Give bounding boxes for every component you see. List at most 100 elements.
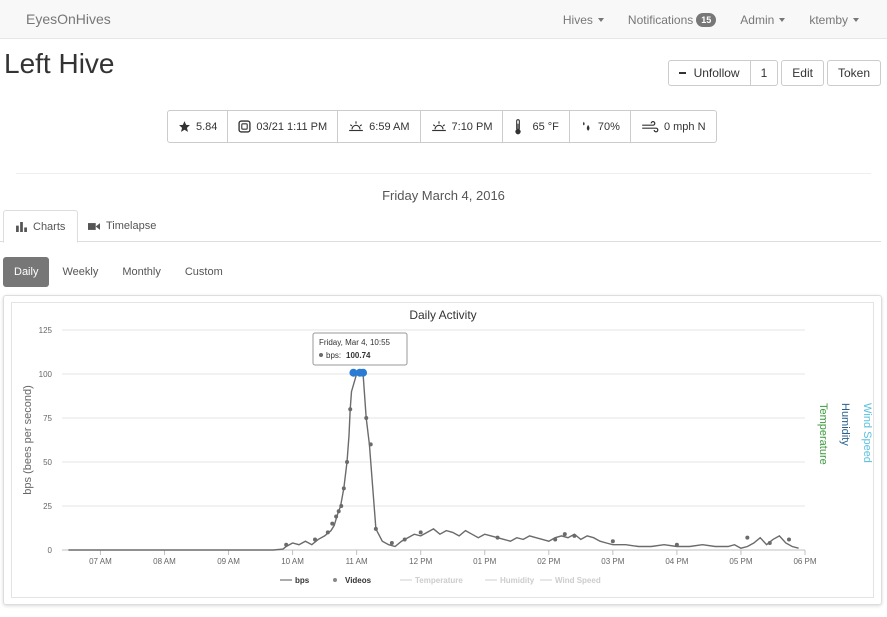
video-marker	[495, 535, 500, 540]
date-heading: Friday March 4, 2016	[382, 188, 505, 203]
range-pills: Daily Weekly Monthly Custom	[3, 257, 236, 287]
last-seen-value: 03/21 1:11 PM	[256, 120, 328, 133]
right-axis-label: Temperature	[817, 403, 829, 465]
temperature-value: 65 °F	[532, 120, 559, 133]
stat-rating: 5.84	[167, 110, 229, 143]
range-weekly[interactable]: Weekly	[51, 257, 109, 287]
user-dropdown[interactable]: ktemby	[797, 0, 887, 39]
rating-value: 5.84	[196, 120, 218, 133]
nav-right: Hives Notifications 15 Admin ktemby	[551, 0, 887, 39]
sunrise-icon	[349, 121, 364, 132]
video-marker	[284, 542, 289, 547]
edit-button[interactable]: Edit	[781, 60, 824, 86]
y-tick-label: 50	[43, 458, 52, 467]
chart-panel: Daily Activity 0 25 50 75 100 125 bps (bees per…	[3, 295, 882, 605]
y-tick-label: 100	[39, 370, 53, 379]
legend-item-label: bps	[295, 576, 310, 585]
video-marker	[389, 540, 394, 545]
video-marker	[402, 537, 407, 542]
notifications-link[interactable]: Notifications 15	[616, 0, 728, 39]
x-tick-label: 03 PM	[601, 557, 624, 566]
video-marker	[373, 526, 378, 531]
follower-count[interactable]: 1	[750, 60, 779, 86]
notifications-label: Notifications	[627, 12, 694, 27]
stat-sunrise: 6:59 AM	[337, 110, 421, 143]
x-tick-label: 02 PM	[537, 557, 560, 566]
video-marker	[368, 442, 373, 447]
x-tick-label: 05 PM	[729, 557, 752, 566]
caret-down-icon	[853, 17, 859, 22]
x-tick-label: 09 AM	[217, 557, 240, 566]
token-button[interactable]: Token	[826, 60, 881, 86]
range-monthly[interactable]: Monthly	[111, 257, 172, 287]
tooltip-series-name: bps:	[326, 351, 341, 360]
divider	[16, 173, 871, 174]
video-marker	[334, 514, 339, 519]
video-marker	[325, 530, 330, 535]
video-marker	[336, 509, 341, 514]
caret-down-icon	[779, 17, 786, 22]
x-tick-label: 08 AM	[153, 557, 176, 566]
sunset-value: 7:10 PM	[451, 120, 493, 133]
unfollow-button[interactable]: Unfollow	[667, 60, 751, 86]
video-marker	[339, 504, 344, 508]
video-marker	[313, 537, 318, 542]
x-tick-label: 12 PM	[409, 557, 432, 566]
tooltip-header: Friday, Mar 4, 10:55	[319, 338, 391, 347]
video-marker	[348, 407, 353, 412]
video-marker	[562, 532, 567, 537]
navbar: EyesOnHives Hives Notifications 15 Admin …	[0, 0, 887, 39]
stat-temperature: 65 °F	[502, 110, 570, 143]
thermometer-icon	[515, 118, 522, 134]
stat-sunset: 7:10 PM	[419, 110, 504, 143]
wind-icon	[642, 120, 659, 132]
legend-item-label: Wind Speed	[555, 576, 601, 585]
bar-chart-icon	[16, 221, 27, 232]
tab-timelapse[interactable]: Timelapse	[76, 210, 168, 242]
video-marker	[745, 535, 750, 540]
legend-symbol	[333, 578, 337, 582]
tab-charts[interactable]: Charts	[3, 210, 79, 243]
chart-container: Daily Activity 0 25 50 75 100 125 bps (bees per…	[11, 302, 874, 598]
sunrise-value: 6:59 AM	[369, 120, 410, 133]
x-tick-label: 01 PM	[473, 557, 496, 566]
brand-link[interactable]: EyesOnHives	[26, 11, 111, 27]
minus-icon	[678, 72, 686, 74]
video-marker	[553, 537, 558, 542]
notifications-badge: 15	[696, 12, 717, 27]
video-marker	[572, 533, 577, 538]
video-marker	[345, 460, 350, 464]
hives-label: Hives	[562, 12, 593, 27]
right-axis-label: Wind Speed	[861, 403, 873, 463]
y-tick-label: 25	[43, 502, 52, 511]
star-icon	[179, 121, 190, 132]
range-custom[interactable]: Custom	[174, 257, 234, 287]
right-axis-label: Humidity	[839, 403, 851, 446]
user-label: ktemby	[809, 12, 848, 27]
x-tick-label: 11 AM	[346, 557, 368, 566]
x-tick-label: 07 AM	[89, 557, 112, 566]
hive-stats: 5.84 03/21 1:11 PM 6:59 AM 7:10 PM 65 °F…	[167, 110, 717, 143]
caret-down-icon	[597, 17, 604, 22]
tooltip-value: 100.74	[346, 351, 371, 360]
hives-dropdown[interactable]: Hives	[551, 0, 616, 39]
unfollow-label: Unfollow	[693, 66, 740, 80]
x-tick-label: 10 AM	[281, 557, 304, 566]
x-tick-label: 04 PM	[665, 557, 688, 566]
chart-title: Daily Activity	[409, 308, 476, 322]
video-marker	[341, 486, 346, 491]
tab-charts-label: Charts	[33, 220, 66, 233]
y-tick-label: 125	[39, 326, 53, 335]
page-title: Left Hive	[4, 48, 115, 79]
video-marker	[610, 539, 615, 544]
highlight-point	[359, 368, 368, 377]
bps-line	[68, 371, 799, 551]
y-tick-label: 75	[43, 414, 52, 423]
sunset-icon	[431, 121, 446, 132]
y-tick-label: 0	[48, 546, 53, 555]
daily-activity-chart[interactable]: Daily Activity 0 25 50 75 100 125 bps (bees per…	[12, 303, 873, 597]
legend-item-label: Temperature	[415, 576, 463, 585]
range-daily[interactable]: Daily	[3, 257, 50, 287]
admin-dropdown[interactable]: Admin	[728, 0, 797, 39]
video-marker	[418, 530, 423, 535]
